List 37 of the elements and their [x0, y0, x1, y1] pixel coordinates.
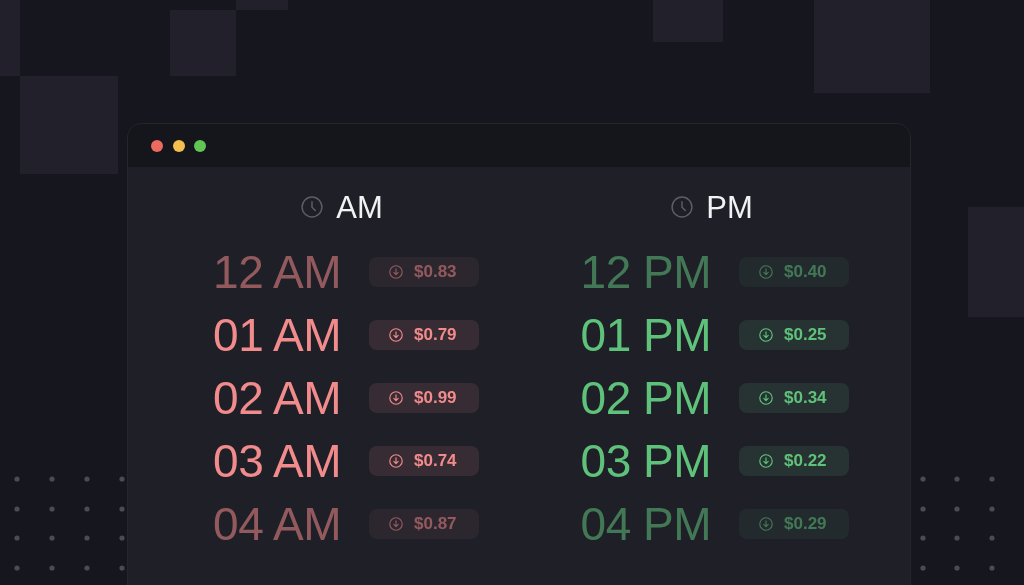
arrow-down-circle-icon	[389, 390, 403, 405]
arrow-down-circle-icon	[389, 453, 403, 468]
time-label: 02 AM	[212, 374, 341, 421]
time-label: 04 AM	[212, 500, 341, 547]
time-label: 12 AM	[212, 248, 341, 295]
price-text: $0.22	[784, 452, 827, 469]
price-text: $0.79	[414, 326, 457, 343]
arrow-down-circle-icon	[759, 516, 773, 531]
time-label: 12 PM	[579, 248, 711, 295]
arrow-down-circle-icon	[759, 264, 773, 279]
price-text: $0.83	[414, 263, 457, 280]
time-label: 01 AM	[212, 311, 341, 358]
column-title: PM	[706, 191, 753, 223]
time-label: 01 PM	[579, 311, 711, 358]
arrow-down-circle-icon	[759, 453, 773, 468]
arrow-down-circle-icon	[389, 327, 403, 342]
time-label: 03 PM	[579, 437, 711, 484]
price-text: $0.87	[414, 515, 457, 532]
time-label: 02 PM	[579, 374, 711, 421]
arrow-down-circle-icon	[389, 516, 403, 531]
time-label: 04 PM	[579, 500, 711, 547]
zoom-button[interactable]	[194, 139, 206, 152]
arrow-down-circle-icon	[759, 327, 773, 342]
column-title: AM	[336, 191, 383, 223]
clock-icon	[301, 196, 324, 218]
clock-icon	[671, 196, 694, 218]
time-label: 03 AM	[212, 437, 341, 484]
price-text: $0.99	[414, 389, 457, 406]
price-text: $0.29	[784, 515, 827, 532]
price-text: $0.40	[784, 263, 827, 280]
arrow-down-circle-icon	[389, 264, 403, 279]
price-text: $0.25	[784, 326, 827, 343]
minimize-button[interactable]	[172, 139, 185, 152]
close-button[interactable]	[151, 139, 163, 152]
price-text: $0.74	[414, 452, 457, 469]
price-text: $0.34	[784, 389, 827, 406]
arrow-down-circle-icon	[759, 390, 773, 405]
